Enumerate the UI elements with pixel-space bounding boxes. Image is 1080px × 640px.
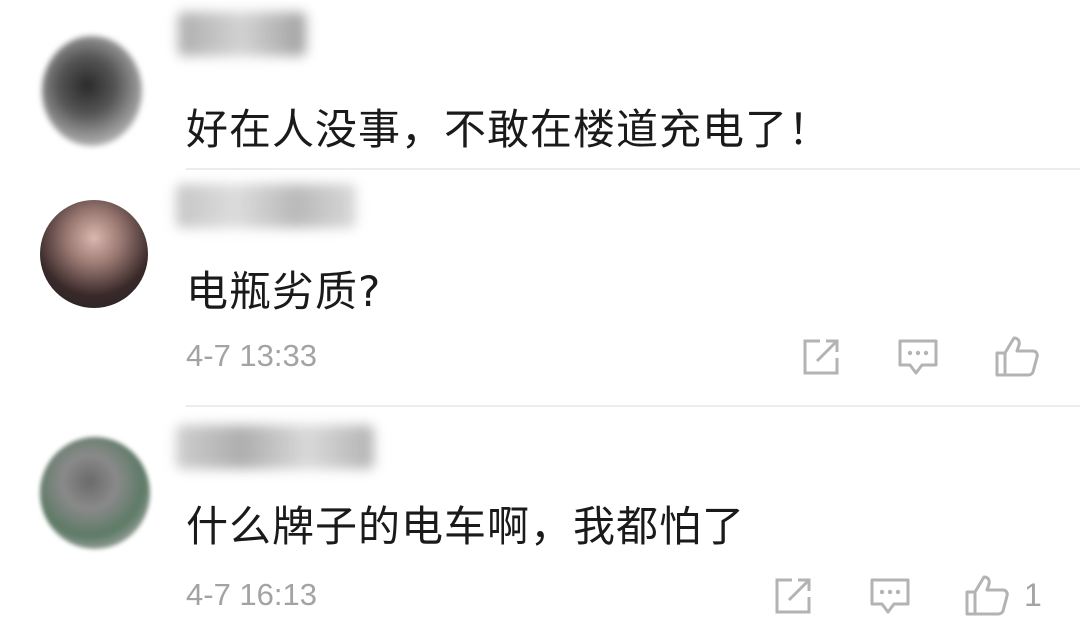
comment-item: 电瓶劣质? 4-7 13:33 [0,170,1080,406]
like-button[interactable] [994,334,1054,378]
username-blurred[interactable] [176,425,374,469]
timestamp: 4-7 13:33 [186,338,317,373]
thumbs-up-icon [995,336,1039,377]
share-button[interactable] [772,575,814,617]
comment-text: 好在人没事，不敢在楼道充电了！ [186,105,832,154]
comment-icon [898,339,938,375]
comment-item: 好在人没事，不敢在楼道充电了！ [0,0,1080,170]
reply-button[interactable] [868,575,912,617]
share-button[interactable] [800,336,842,378]
comment-text: 电瓶劣质? [186,267,382,316]
timestamp: 4-7 16:13 [186,577,317,612]
share-icon [775,578,811,614]
avatar[interactable] [40,200,148,308]
username-blurred[interactable] [176,184,356,228]
comment-text: 什么牌子的电车啊，我都怕了 [186,502,746,551]
like-count: 1 [1024,576,1042,613]
comment-list: 好在人没事，不敢在楼道充电了！ 电瓶劣质? 4-7 13:33 什么牌子的电车啊… [0,0,1080,640]
reply-button[interactable] [896,336,940,378]
avatar[interactable] [40,437,150,549]
username-blurred[interactable] [178,12,306,56]
share-icon [803,339,839,375]
comment-icon [870,578,910,614]
comment-item: 什么牌子的电车啊，我都怕了 4-7 16:13 1 [0,407,1080,640]
avatar[interactable] [42,36,142,146]
like-button[interactable]: 1 [964,573,1042,617]
thumbs-up-icon [965,575,1009,616]
